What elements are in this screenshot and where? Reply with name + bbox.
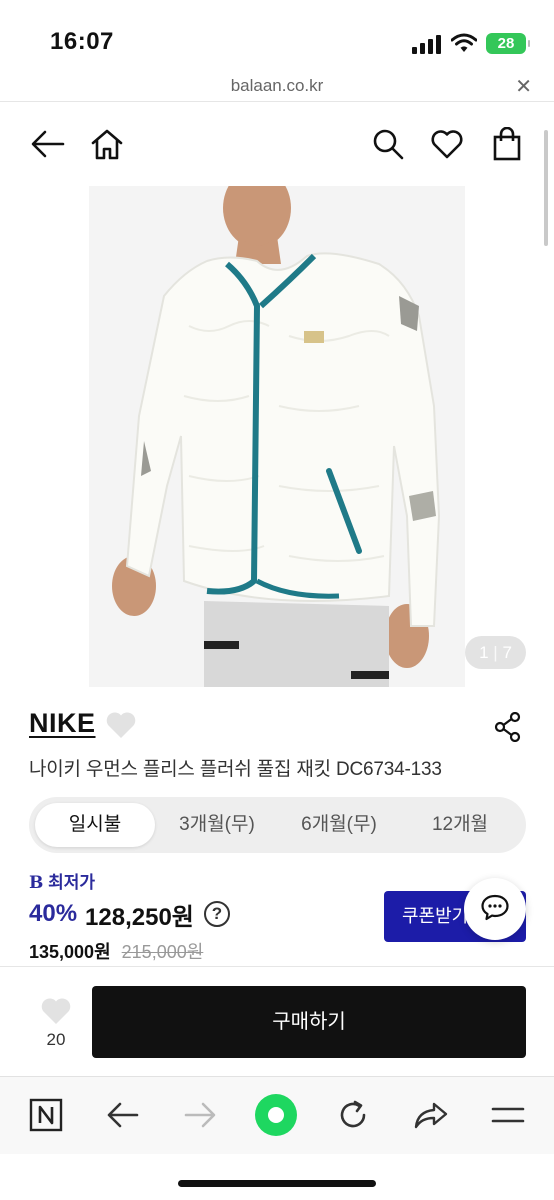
chat-bubble-icon <box>480 893 510 926</box>
battery-icon: 28 <box>486 33 530 54</box>
search-icon[interactable] <box>368 124 408 164</box>
wifi-icon <box>450 33 478 53</box>
reload-icon[interactable] <box>331 1093 375 1137</box>
image-counter: 1 | 7 <box>465 636 526 669</box>
image-counter-current: 1 <box>479 643 489 662</box>
help-icon[interactable]: ? <box>203 901 230 927</box>
status-bar: 16:07 28 <box>0 0 554 72</box>
price-row: 40% 128,250원 ? <box>29 896 230 932</box>
home-indicator[interactable] <box>178 1180 376 1187</box>
menu-icon[interactable] <box>486 1093 530 1137</box>
heart-icon[interactable] <box>427 124 467 164</box>
cellular-signal-icon <box>412 34 442 54</box>
naver-n-icon[interactable] <box>24 1093 68 1137</box>
close-icon[interactable]: ✕ <box>515 74 532 99</box>
discount-rate: 40% <box>29 900 78 927</box>
brand-like-heart-icon[interactable] <box>104 710 138 745</box>
lowest-price-text: 최저가 <box>48 873 96 892</box>
brand-row: NIKE <box>0 704 554 748</box>
installment-tabs: 일시불 3개월(무) 6개월(무) 12개월 <box>29 797 526 853</box>
image-counter-total: 7 <box>502 643 512 662</box>
shopping-bag-icon[interactable] <box>487 124 527 164</box>
share-arrow-icon[interactable] <box>409 1093 453 1137</box>
wishlist-count: 20 <box>46 1030 66 1049</box>
lowest-price-prefix: B <box>29 873 44 893</box>
naver-green-dot-icon[interactable] <box>254 1093 298 1137</box>
brand-name[interactable]: NIKE <box>29 708 96 739</box>
browser-forward-icon[interactable] <box>178 1093 222 1137</box>
product-image[interactable] <box>89 186 465 687</box>
tab-lump-sum[interactable]: 일시불 <box>35 803 155 847</box>
back-arrow-icon[interactable] <box>28 124 68 164</box>
tab-3-months[interactable]: 3개월(무) <box>157 803 277 847</box>
url-text[interactable]: balaan.co.kr <box>0 76 554 96</box>
product-name: 나이키 우먼스 플리스 플러쉬 풀집 재킷 DC6734-133 <box>29 759 442 780</box>
original-price: 215,000원 <box>121 942 204 962</box>
image-counter-separator: | <box>488 643 503 662</box>
chat-button[interactable] <box>464 878 526 940</box>
page-scrollbar[interactable] <box>544 130 548 246</box>
tab-12-months[interactable]: 12개월 <box>400 803 520 847</box>
sale-price: 135,000원 <box>29 942 111 962</box>
sub-prices: 135,000원 215,000원 <box>29 938 203 964</box>
home-icon[interactable] <box>87 124 127 164</box>
status-time: 16:07 <box>50 28 114 55</box>
buy-button[interactable]: 구매하기 <box>92 986 526 1058</box>
share-icon[interactable] <box>494 711 522 747</box>
wishlist-heart-icon[interactable] <box>39 996 73 1031</box>
tab-6-months[interactable]: 6개월(무) <box>279 803 399 847</box>
browser-toolbar <box>0 1076 554 1154</box>
browser-back-icon[interactable] <box>101 1093 145 1137</box>
battery-level: 28 <box>497 35 515 52</box>
browser-url-bar[interactable]: balaan.co.kr ✕ <box>0 72 554 102</box>
site-header <box>0 102 554 186</box>
lowest-price-label: B 최저가 <box>29 868 95 893</box>
final-price: 128,250원 <box>85 903 194 931</box>
divider <box>0 966 554 967</box>
